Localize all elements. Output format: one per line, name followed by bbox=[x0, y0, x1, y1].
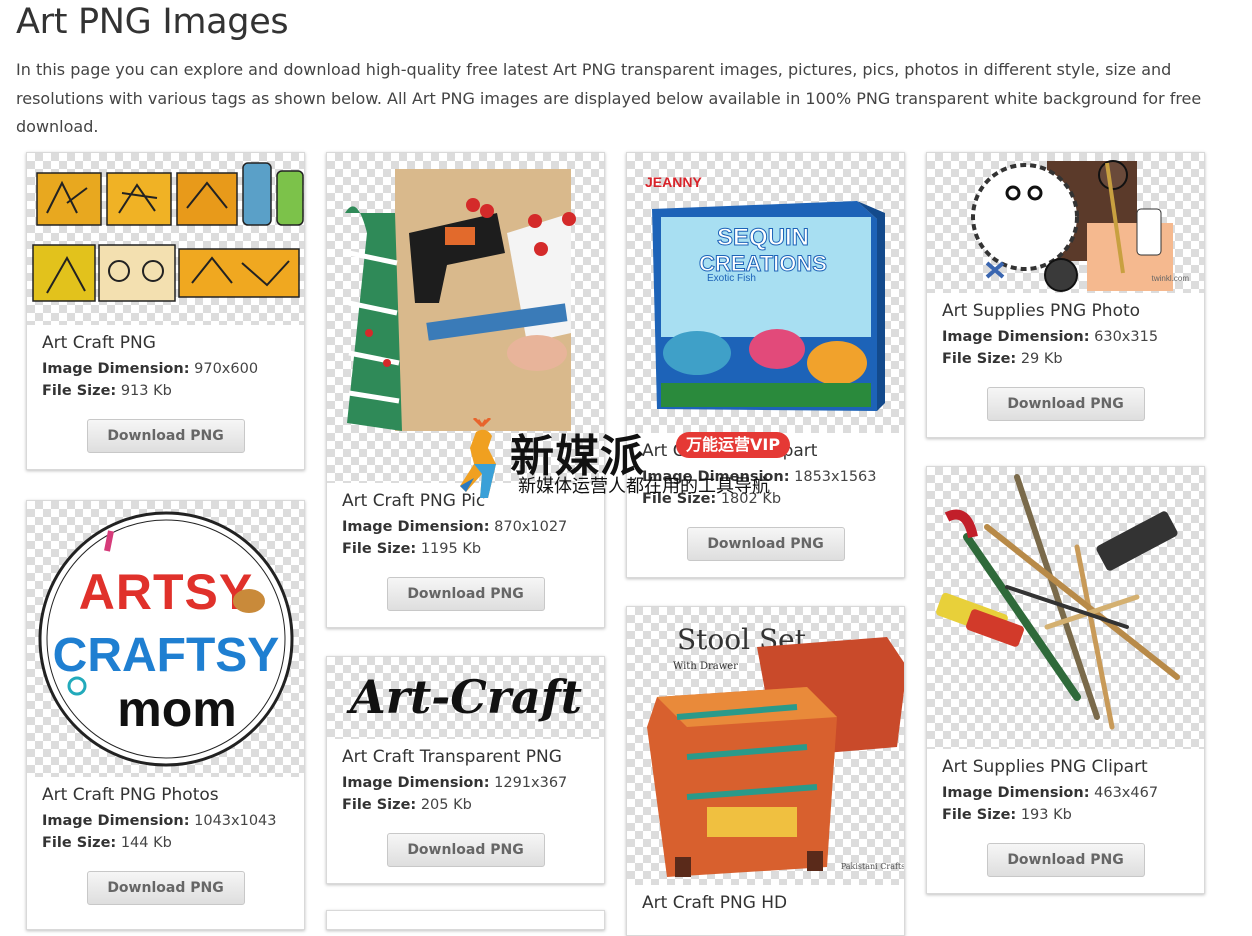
image-card[interactable]: JEANNY SEQUIN CREATIONS Exotic Fish Art … bbox=[626, 152, 905, 578]
thumbnail-art-craft[interactable] bbox=[27, 153, 304, 325]
image-dimension: Image Dimension: 870x1027 bbox=[342, 519, 568, 535]
download-png-button[interactable]: Download PNG bbox=[386, 833, 545, 867]
card-title[interactable]: Art Supplies PNG Photo bbox=[942, 301, 1189, 321]
card-title[interactable]: Art Craft PNG HD bbox=[642, 893, 889, 913]
download-png-button[interactable]: Download PNG bbox=[386, 577, 545, 611]
card-title[interactable]: Art Supplies PNG Clipart bbox=[942, 757, 1189, 777]
artsy-text: ARTSY bbox=[79, 564, 253, 620]
file-size: File Size: 193 Kb bbox=[942, 807, 1072, 823]
image-card[interactable]: Art Craft PNG Pic Image Dimension: 870x1… bbox=[326, 152, 605, 628]
box-subtitle: Exotic Fish bbox=[707, 273, 756, 284]
scissors-icon bbox=[985, 261, 1005, 279]
watermark-badge: 万能运营VIP bbox=[676, 432, 791, 458]
sequin-creations-box-image: JEANNY SEQUIN CREATIONS Exotic Fish bbox=[645, 174, 885, 411]
art-supplies-photo-image: twinkl.com bbox=[971, 160, 1190, 292]
image-card[interactable]: Art-Craft Art Craft Transparent PNG Imag… bbox=[326, 656, 605, 884]
art-craft-script-text: Art-Craft bbox=[346, 670, 582, 724]
file-size: File Size: 29 Kb bbox=[942, 351, 1063, 367]
card-title[interactable]: Art Craft Transparent PNG bbox=[342, 747, 589, 767]
thumbnail-art-craft-hd[interactable]: Stool Set With Drawer Pakistani Crafts bbox=[627, 607, 904, 885]
image-dimension: Image Dimension: 970x600 bbox=[42, 361, 259, 377]
card-title[interactable]: Art Craft PNG Photos bbox=[42, 785, 289, 805]
watermark-subtitle: 新媒体运营人都在用的工具导航 bbox=[518, 476, 770, 497]
download-png-button[interactable]: Download PNG bbox=[986, 387, 1145, 421]
download-png-button[interactable]: Download PNG bbox=[986, 843, 1145, 877]
download-png-button[interactable]: Download PNG bbox=[86, 871, 245, 905]
thumbnail-art-supplies-clipart[interactable] bbox=[927, 467, 1204, 749]
image-dimension: Image Dimension: 1291x367 bbox=[342, 775, 568, 791]
thumbnail-art-craft-transparent[interactable]: Art-Craft bbox=[327, 657, 604, 739]
stool-set-image: Stool Set With Drawer Pakistani Crafts bbox=[647, 623, 904, 877]
image-card-partial[interactable] bbox=[326, 910, 605, 930]
twinkl-text: twinkl.com bbox=[1152, 274, 1190, 283]
file-size: File Size: 205 Kb bbox=[342, 797, 472, 813]
artsy-craftsy-mom-image: ARTSY CRAFTSY mom bbox=[38, 511, 294, 767]
thumbnail-art-craft-clipart[interactable]: JEANNY SEQUIN CREATIONS Exotic Fish bbox=[627, 153, 904, 433]
card-title[interactable]: Art Craft PNG bbox=[42, 333, 289, 353]
art-craft-thumbnail-image bbox=[32, 162, 304, 302]
image-card[interactable]: ARTSY CRAFTSY mom Art Craft PNG Photos I… bbox=[26, 500, 305, 930]
stool-subtitle-text: With Drawer bbox=[673, 661, 738, 672]
box-title-sequin: SEQUIN bbox=[717, 224, 809, 251]
file-size: File Size: 913 Kb bbox=[42, 383, 172, 399]
download-png-button[interactable]: Download PNG bbox=[686, 527, 845, 561]
file-size: File Size: 144 Kb bbox=[42, 835, 172, 851]
page-intro: In this page you can explore and downloa… bbox=[16, 60, 1202, 136]
mom-text: mom bbox=[117, 681, 236, 737]
page-title: Art PNG Images bbox=[16, 2, 289, 42]
file-size: File Size: 1195 Kb bbox=[342, 541, 482, 557]
image-dimension: Image Dimension: 630x315 bbox=[942, 329, 1159, 345]
stool-brand-text: Pakistani Crafts bbox=[841, 862, 904, 871]
paintbrush-icon bbox=[104, 530, 114, 552]
image-dimension: Image Dimension: 1043x1043 bbox=[42, 813, 277, 829]
art-supplies-clipart-image bbox=[936, 474, 1180, 730]
art-craft-script-image: Art-Craft bbox=[346, 670, 582, 724]
craftsy-text: CRAFTSY bbox=[53, 629, 280, 682]
image-card[interactable]: Stool Set With Drawer Pakistani Crafts A… bbox=[626, 606, 905, 936]
thumbnail-art-supplies-photo[interactable]: twinkl.com bbox=[927, 153, 1204, 293]
deer-logo-icon bbox=[460, 418, 496, 498]
thumbnail-art-craft-photos[interactable]: ARTSY CRAFTSY mom bbox=[27, 501, 304, 777]
image-card[interactable]: Art Supplies PNG Clipart Image Dimension… bbox=[926, 466, 1205, 894]
box-brand-text: JEANNY bbox=[645, 174, 702, 190]
palette-icon bbox=[233, 589, 265, 613]
image-dimension: Image Dimension: 463x467 bbox=[942, 785, 1159, 801]
download-png-button[interactable]: Download PNG bbox=[86, 419, 245, 453]
image-card[interactable]: twinkl.com Art Supplies PNG Photo Image … bbox=[926, 152, 1205, 438]
image-card[interactable]: Art Craft PNG Image Dimension: 970x600 F… bbox=[26, 152, 305, 470]
